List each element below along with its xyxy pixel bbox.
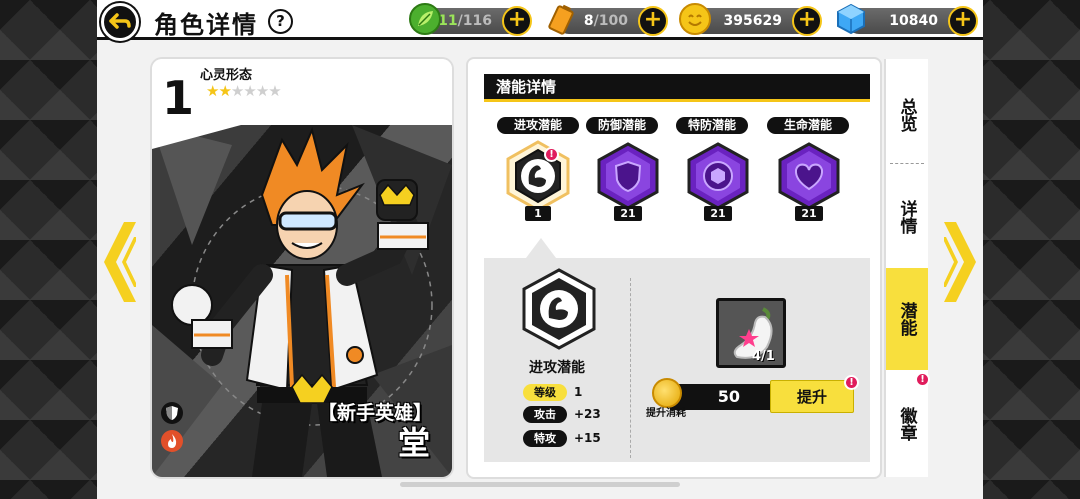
badges-alert-badge: ! [915,372,930,387]
prev-hero-arrow-icon[interactable] [104,222,136,302]
form-label: 心灵形态 [200,68,253,83]
back-button[interactable] [101,3,139,41]
tab-special-defense-potential[interactable]: 特防潜能 [676,117,748,134]
gem-cube-icon [837,3,865,35]
selection-pointer [526,238,556,258]
home-indicator [400,482,680,487]
defense-potential-shield-icon[interactable] [594,142,662,210]
stat-value-attack: +23 [574,407,601,421]
star-filled-icon: ★ [206,82,219,100]
energy-max: /116 [457,13,492,29]
hp-potential-heart-icon[interactable] [775,142,843,210]
side-tab-divider [890,163,924,164]
hero-name: 堂 [398,424,431,462]
back-arrow-icon [109,13,131,29]
fire-type-icon [161,430,183,452]
star-empty-icon: ★ [255,82,269,100]
star-rating: ★★★★★★ [206,82,282,100]
selected-potential-name: 进攻潜能 [529,360,585,376]
help-button[interactable]: ? [268,9,293,34]
star-empty-icon: ★ [243,82,256,100]
gem-counter: 10840 + [837,3,978,36]
detail-divider [630,278,631,458]
special-defense-potential-level: 21 [704,206,732,221]
side-tab-overview[interactable]: 总览 [886,70,928,160]
upgrade-cost-label: 提升消耗 [646,408,686,419]
attack-potential-muscle-icon[interactable] [502,140,574,212]
stat-label-attack: 攻击 [523,406,567,423]
stamina-max: /100 [593,13,628,29]
page-title: 角色详情 [154,11,258,39]
attack-potential-level: 1 [525,206,551,221]
tab-attack-potential[interactable]: 进攻潜能 [497,117,579,134]
hero-rank: 1 [162,71,195,125]
add-gems-button[interactable]: + [948,6,978,36]
stat-value-level: 1 [574,385,583,399]
star-empty-icon: ★ [268,82,281,100]
energy-counter: 11/116 + [409,3,532,36]
coin-counter: 395629 + [679,3,822,36]
hp-potential-level: 21 [795,206,823,221]
stamina-counter: 8/100 + [548,4,668,36]
attack-potential-alert-badge: ! [544,147,559,162]
side-tab-potential[interactable]: 潜能 [886,268,928,370]
material-item-slot[interactable] [716,298,786,368]
next-hero-arrow-icon[interactable] [944,222,976,302]
tab-hp-potential[interactable]: 生命潜能 [767,117,849,134]
upgrade-alert-badge: ! [844,375,859,390]
add-energy-button[interactable]: + [502,6,532,36]
battery-icon [548,4,574,35]
panel-title: 潜能详情 [484,74,870,102]
coin-icon [679,3,711,35]
special-defense-potential-hexball-icon[interactable] [684,142,752,210]
material-item-count: 4/1 [752,349,775,364]
stat-label-special-attack: 特攻 [523,430,567,447]
add-stamina-button[interactable]: + [638,6,668,36]
side-tab-details[interactable]: 详情 [886,172,928,262]
defense-type-icon [161,402,183,424]
add-coins-button[interactable]: + [792,6,822,36]
leaf-icon [409,3,441,35]
tab-defense-potential[interactable]: 防御潜能 [586,117,658,134]
stat-label-level: 等级 [523,384,567,401]
selected-potential-muscle-icon [522,268,596,350]
stat-value-special-attack: +15 [574,431,601,445]
star-empty-icon: ★ [230,82,244,100]
gem-value: 10840 [889,13,938,29]
defense-potential-level: 21 [614,206,642,221]
star-filled-icon: ★ [218,82,231,100]
upgrade-button[interactable]: 提升 [770,380,854,413]
side-tab-badges[interactable]: 徽章 [886,378,928,470]
coin-value: 395629 [723,13,782,29]
stamina-current: 8 [583,13,594,29]
